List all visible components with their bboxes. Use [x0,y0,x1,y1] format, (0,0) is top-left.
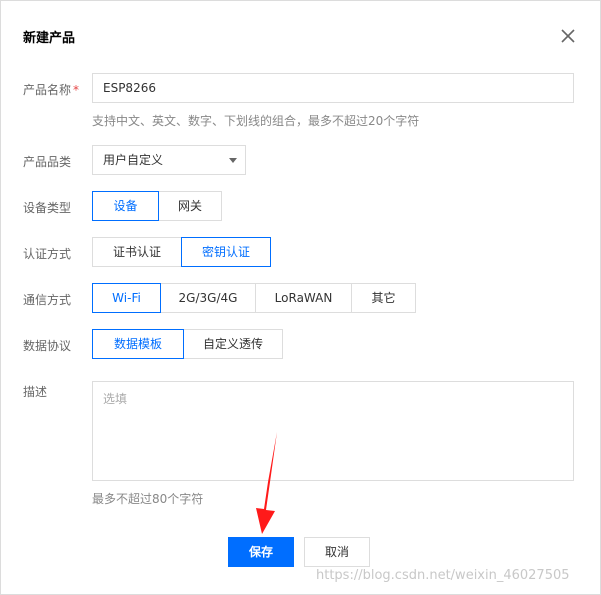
comm-option-cellular[interactable]: 2G/3G/4G [160,283,256,313]
auth-option-key[interactable]: 密钥认证 [181,237,271,267]
comm-method-label: 通信方式 [23,293,72,307]
description-textarea[interactable]: 选填 [92,381,574,481]
protocol-option-custom[interactable]: 自定义透传 [183,329,283,359]
description-hint: 最多不超过80个字符 [92,492,204,506]
device-type-label: 设备类型 [23,201,72,215]
watermark: https://blog.csdn.net/weixin_46027505 [316,568,570,583]
device-type-segment: 设备 网关 [92,191,222,221]
product-name-label: 产品名称 * [23,81,79,98]
product-name-hint: 支持中文、英文、数字、下划线的组合，最多不超过20个字符 [92,114,420,128]
dialog-title: 新建产品 [23,31,76,46]
close-icon[interactable] [559,27,577,45]
comm-method-segment: Wi-Fi 2G/3G/4G LoRaWAN 其它 [92,283,416,313]
product-category-label: 产品品类 [23,155,72,169]
required-mark: * [73,83,80,97]
product-category-value: 用户自定义 [103,153,164,167]
data-protocol-segment: 数据模板 自定义透传 [92,329,283,359]
device-type-option-gateway[interactable]: 网关 [158,191,222,221]
device-type-option-device[interactable]: 设备 [92,191,159,221]
save-button[interactable]: 保存 [228,537,294,567]
cancel-button[interactable]: 取消 [304,537,370,567]
comm-option-lorawan[interactable]: LoRaWAN [255,283,352,313]
description-label: 描述 [23,385,48,399]
new-product-dialog: 新建产品 产品名称 * ESP8266 支持中文、英文、数字、下划线的组合，最多不… [0,0,601,595]
comm-option-wifi[interactable]: Wi-Fi [92,283,161,313]
product-category-select[interactable]: 用户自定义 [92,145,246,175]
auth-method-label: 认证方式 [23,247,72,261]
comm-option-other[interactable]: 其它 [351,283,416,313]
auth-option-certificate[interactable]: 证书认证 [92,237,182,267]
protocol-option-template[interactable]: 数据模板 [92,329,184,359]
chevron-down-icon [229,158,237,163]
data-protocol-label: 数据协议 [23,339,72,353]
product-name-input[interactable]: ESP8266 [92,73,574,103]
product-name-label-text: 产品名称 [23,83,72,97]
auth-method-segment: 证书认证 密钥认证 [92,237,271,267]
